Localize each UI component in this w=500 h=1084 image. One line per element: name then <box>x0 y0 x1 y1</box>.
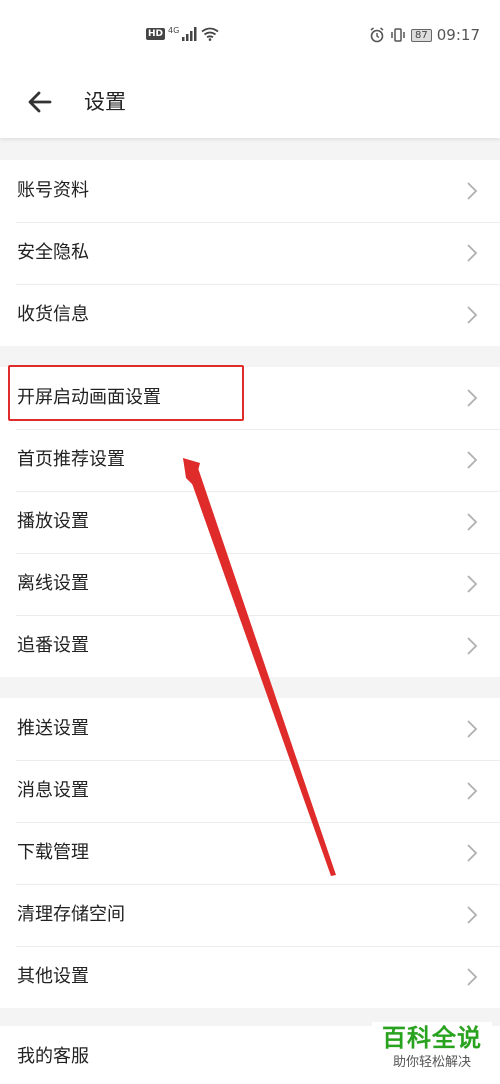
watermark: 百科全说 助你轻松解决 <box>372 1022 492 1078</box>
annotation-arrow <box>183 458 336 876</box>
watermark-subtitle: 助你轻松解决 <box>392 1055 471 1070</box>
watermark-title: 百科全说 <box>382 1024 482 1052</box>
